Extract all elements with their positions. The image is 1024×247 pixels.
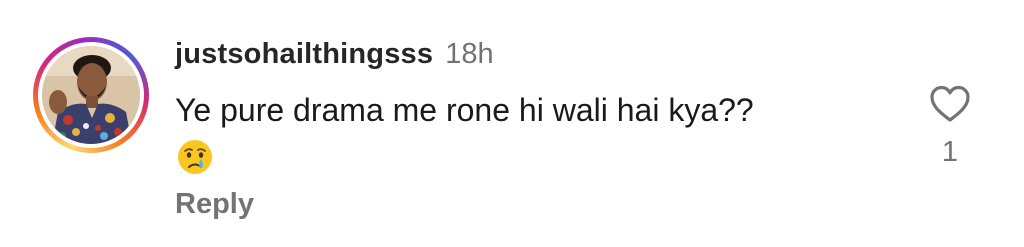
avatar-story-ring[interactable] [33,37,149,153]
comment-header: justsohailthingsss 18h [175,38,494,78]
comment-text: Ye pure drama me rone hi wali hai kya?? [175,92,754,128]
comment-item: justsohailthingsss 18h Ye pure drama me … [0,0,1024,247]
username-link[interactable]: justsohailthingsss [175,38,433,71]
like-count: 1 [941,136,959,168]
like-button[interactable] [924,80,976,128]
avatar-photo [42,46,140,144]
heart-outline-icon [930,85,970,122]
reply-button[interactable]: Reply [175,188,254,221]
avatar-ring-gap [38,42,144,148]
avatar[interactable] [42,46,140,144]
crying-face-emoji-icon [178,140,212,174]
comment-timestamp: 18h [445,38,494,70]
